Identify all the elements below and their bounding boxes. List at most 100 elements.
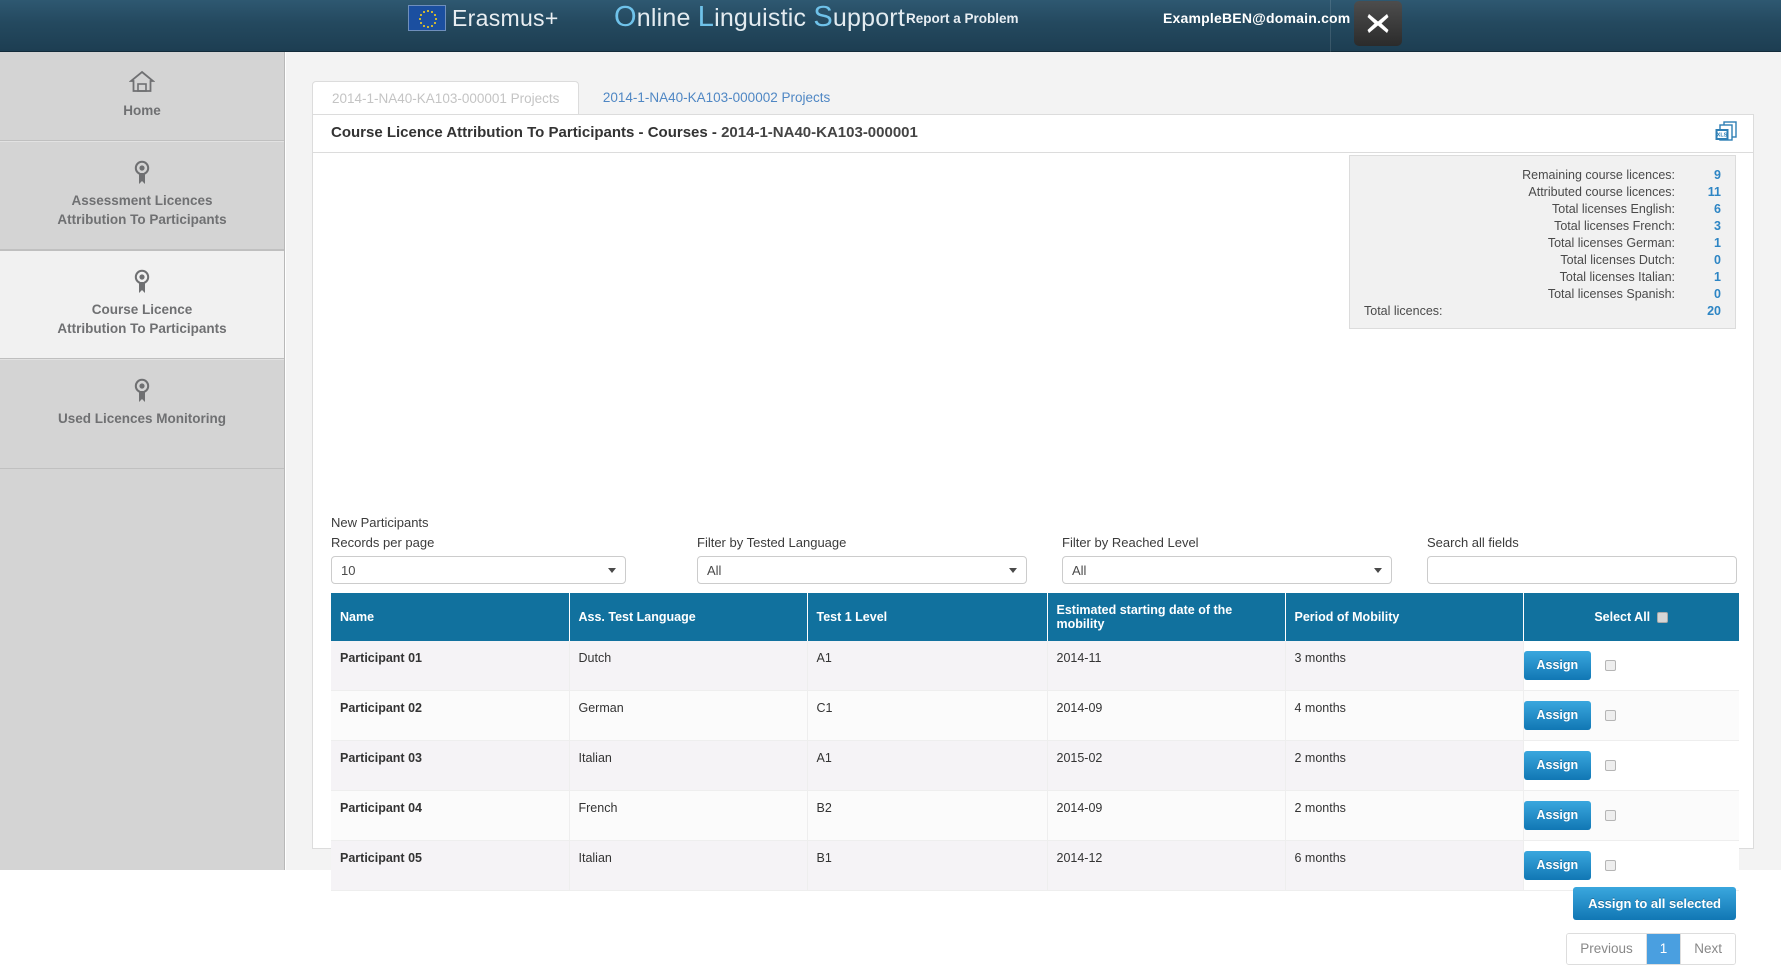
- ols-s: S: [813, 1, 833, 33]
- estimated-starting-date: 2014-11: [1047, 641, 1286, 691]
- table-row: Participant 04 French B2 2014-09 2 months Ass…: [331, 790, 1739, 841]
- row-actions: Assign: [1523, 790, 1739, 841]
- close-icon: [1367, 14, 1389, 33]
- table-row: Participant 01 Dutch A1 2014-11 3 months Assi…: [331, 641, 1739, 691]
- stat-label: Remaining course licences:: [1522, 167, 1675, 182]
- ass-test-language: Italian: [569, 740, 808, 791]
- sidebar-item-assessment-label-1: Assessment Licences: [71, 193, 213, 208]
- tested-language-label: Filter by Tested Language: [697, 535, 847, 550]
- stat-label: Total licenses French:: [1554, 218, 1675, 233]
- sidebar-item-used-licences-label: Used Licences Monitoring: [57, 411, 227, 426]
- search-all-fields-label: Search all fields: [1427, 535, 1519, 550]
- sidebar-item-home[interactable]: Home: [0, 52, 284, 141]
- row-select-checkbox[interactable]: [1605, 810, 1617, 822]
- tested-language-group: Filter by Tested Language All: [697, 535, 1027, 584]
- estimated-starting-date: 2014-09: [1047, 790, 1286, 841]
- ols-inguistic: inguistic: [714, 4, 814, 32]
- ass-test-language: German: [569, 690, 808, 741]
- reached-level-select[interactable]: All: [1062, 556, 1392, 584]
- table-row: Participant 05 Italian B1 2014-12 6 months As…: [331, 840, 1739, 891]
- sidebar-item-used-licences-monitoring[interactable]: Used Licences Monitoring: [0, 359, 284, 469]
- period-of-mobility: 6 months: [1285, 840, 1524, 891]
- stat-row: Total licenses French: 3: [1364, 217, 1721, 234]
- stat-row: Total licenses English: 6: [1364, 200, 1721, 217]
- pagination-previous[interactable]: Previous: [1567, 934, 1647, 964]
- tab-project-000002[interactable]: 2014-1-NA40-KA103-000002 Projects: [584, 81, 849, 114]
- row-select-checkbox[interactable]: [1605, 760, 1617, 772]
- participants-table-header: Name Ass. Test Language Test 1 Level Estima…: [331, 593, 1739, 641]
- chevron-down-icon: [1009, 568, 1017, 573]
- close-button[interactable]: [1354, 1, 1402, 46]
- select-all-header: Select All: [1523, 593, 1739, 641]
- sidebar-item-assessment-licences[interactable]: Assessment Licences Attribution To Parti…: [0, 141, 284, 250]
- xls-export-icon[interactable]: XLS: [1713, 120, 1739, 146]
- test-1-level: A1: [807, 641, 1048, 691]
- ols-nline: nline: [636, 4, 698, 32]
- column-header[interactable]: Name: [331, 593, 570, 641]
- brand-ols-title: Online Linguistic Support: [614, 1, 905, 34]
- search-group: Search all fields: [1427, 535, 1737, 584]
- records-per-page-label: Records per page: [331, 535, 435, 550]
- page-title-sep: -: [707, 124, 722, 141]
- estimated-starting-date: 2014-09: [1047, 690, 1286, 741]
- eu-flag-icon: [408, 5, 446, 31]
- period-of-mobility: 2 months: [1285, 790, 1524, 841]
- period-of-mobility: 2 months: [1285, 740, 1524, 791]
- reached-level-value: All: [1072, 563, 1087, 578]
- period-of-mobility: 3 months: [1285, 641, 1524, 691]
- column-header[interactable]: Test 1 Level: [807, 593, 1048, 641]
- ols-l: L: [697, 1, 715, 33]
- assign-button[interactable]: Assign: [1523, 801, 1592, 830]
- assign-button[interactable]: Assign: [1523, 651, 1592, 680]
- row-actions: Assign: [1523, 840, 1739, 891]
- select-all-checkbox[interactable]: [1657, 612, 1669, 624]
- column-header[interactable]: Period of Mobility: [1285, 593, 1524, 641]
- assign-to-all-selected-button[interactable]: Assign to all selected: [1573, 887, 1736, 920]
- sidebar-item-course-licence[interactable]: Course Licence Attribution To Participan…: [0, 250, 284, 359]
- reached-level-label: Filter by Reached Level: [1062, 535, 1199, 550]
- stat-row: Total licences: 20: [1364, 302, 1721, 319]
- row-select-checkbox[interactable]: [1605, 660, 1617, 672]
- row-select-checkbox[interactable]: [1605, 710, 1617, 722]
- participant-name: Participant 04: [331, 790, 570, 841]
- stat-value: 1: [1714, 269, 1721, 284]
- user-email-label: ExampleBEN@domain.com: [1163, 10, 1351, 26]
- assign-button[interactable]: Assign: [1523, 851, 1592, 880]
- stat-label: Total licenses English:: [1552, 201, 1675, 216]
- stat-value: 3: [1714, 218, 1721, 233]
- stat-value: 0: [1714, 252, 1721, 267]
- assign-button[interactable]: Assign: [1523, 751, 1592, 780]
- new-participants-label: New Participants: [331, 515, 429, 530]
- stat-value: 20: [1707, 303, 1721, 318]
- award-icon: [8, 378, 276, 404]
- chevron-down-icon: [608, 568, 616, 573]
- page-title-project: 2014-1-NA40-KA103-000001: [721, 124, 918, 141]
- ass-test-language: Dutch: [569, 641, 808, 691]
- assign-button[interactable]: Assign: [1523, 701, 1592, 730]
- tab-project-000001[interactable]: 2014-1-NA40-KA103-000001 Projects: [312, 81, 580, 114]
- sidebar-nav: Home Assessment Licences Attribution To …: [0, 52, 285, 870]
- pagination-page-1[interactable]: 1: [1646, 934, 1682, 964]
- reached-level-group: Filter by Reached Level All: [1062, 535, 1392, 584]
- chevron-down-icon: [1374, 568, 1382, 573]
- row-actions: Assign: [1523, 641, 1739, 691]
- records-per-page-select[interactable]: 10: [331, 556, 626, 584]
- search-input[interactable]: [1427, 556, 1737, 584]
- column-header[interactable]: Estimated starting date of the mobility: [1047, 593, 1286, 641]
- stat-row: Total licenses Dutch: 0: [1364, 251, 1721, 268]
- column-header[interactable]: Ass. Test Language: [569, 593, 808, 641]
- estimated-starting-date: 2015-02: [1047, 740, 1286, 791]
- report-a-problem-link[interactable]: Report a Problem: [906, 11, 1019, 26]
- brand-erasmus-label: Erasmus+: [452, 5, 559, 31]
- participant-name: Participant 01: [331, 641, 570, 691]
- sidebar-item-course-licence-label-2: Attribution To Participants: [57, 321, 227, 336]
- tested-language-select[interactable]: All: [697, 556, 1027, 584]
- stat-label: Total licenses Italian:: [1559, 269, 1675, 284]
- pagination: Previous 1 Next: [1566, 933, 1736, 965]
- award-icon: [8, 160, 276, 186]
- stat-value: 0: [1714, 286, 1721, 301]
- page-title: Course Licence Attribution To Participan…: [331, 124, 918, 141]
- test-1-level: A1: [807, 740, 1048, 791]
- pagination-next[interactable]: Next: [1681, 934, 1735, 964]
- table-header-row: Name Ass. Test Language Test 1 Level Estima…: [331, 593, 1739, 641]
